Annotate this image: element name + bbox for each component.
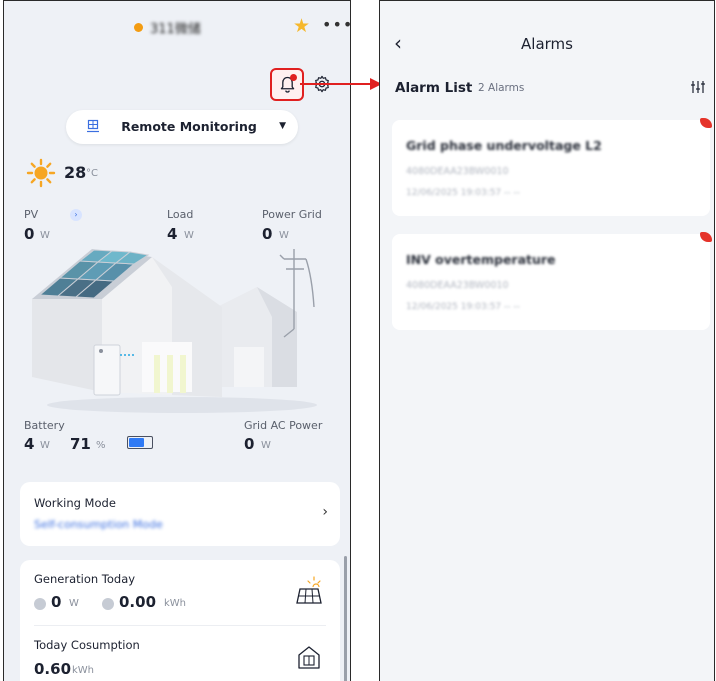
generation-energy-value: 0.00 (119, 593, 157, 611)
alarm-indicator-dot (290, 74, 297, 81)
generation-energy-unit: kWh (164, 598, 187, 609)
home-energy-icon (298, 646, 320, 669)
consumption-unit: kWh (72, 665, 95, 676)
energy-icon (102, 598, 114, 610)
chevron-right-icon: › (322, 504, 328, 520)
power-grid-label: Power Grid (262, 208, 322, 221)
divider (34, 625, 326, 626)
generation-power-unit: W (69, 598, 79, 609)
power-icon (34, 598, 46, 610)
alarms-header: ‹ Alarms (380, 1, 714, 71)
alarm-device-sn: 4080DEAA23BW0010 (406, 166, 509, 177)
grid-ac-power-unit: W (261, 440, 271, 451)
alarm-time: 12/06/2025 19:03:57 -- -- (406, 302, 520, 312)
battery-power-value: 4 (24, 435, 35, 453)
house-energy-illustration (32, 249, 317, 413)
alarm-title: INV overtemperature (406, 252, 556, 267)
alarms-screen: ‹ Alarms Alarm List 2 Alarms Grid phase … (379, 0, 715, 681)
monitoring-mode-dropdown[interactable]: Remote Monitoring ▼ (66, 110, 298, 144)
battery-level-fill (129, 438, 144, 447)
alarm-count: 2 Alarms (478, 82, 525, 94)
station-name[interactable]: 311微储 (150, 18, 201, 37)
daily-stats-card: Generation Today 0 W 0.00 kWh Today Cosu… (20, 560, 340, 681)
top-bar: 311微储 ★ ••• (4, 1, 350, 55)
load-label: Load (167, 208, 194, 221)
alarm-bell-button[interactable] (270, 68, 304, 101)
alarm-list-title: Alarm List (395, 80, 473, 96)
station-status-dot (134, 23, 143, 32)
alarm-severity-flag (700, 232, 712, 242)
solar-panel-icon (296, 576, 322, 604)
alarm-severity-flag (700, 118, 712, 128)
alarm-time: 12/06/2025 19:03:57 -- -- (406, 188, 520, 198)
alarm-title: Grid phase undervoltage L2 (406, 138, 602, 153)
grid-ac-power-value: 0 (244, 435, 255, 453)
scrollbar[interactable] (344, 556, 347, 681)
battery-power-unit: W (40, 440, 50, 451)
alarm-list-item[interactable]: INV overtemperature 4080DEAA23BW0010 12/… (392, 232, 712, 330)
generation-today-title: Generation Today (34, 572, 136, 586)
alarm-list-item[interactable]: Grid phase undervoltage L2 4080DEAA23BW0… (392, 118, 712, 216)
app-home-screen: 311微储 ★ ••• Remote Monitoring ▼ 28 °C PV… (3, 0, 351, 681)
callout-arrow (300, 78, 382, 90)
chevron-right-icon[interactable]: › (70, 209, 82, 221)
working-mode-title: Working Mode (34, 496, 116, 510)
star-icon[interactable]: ★ (293, 15, 310, 37)
dropdown-label: Remote Monitoring (121, 119, 257, 134)
caret-down-icon: ▼ (279, 121, 286, 131)
temperature-value: 28 (64, 163, 87, 182)
consumption-value: 0.60 (34, 660, 72, 678)
filter-icon[interactable] (690, 79, 706, 95)
battery-soc-unit: % (96, 440, 106, 451)
battery-icon (127, 436, 153, 449)
battery-soc-value: 71 (70, 435, 91, 453)
more-icon[interactable]: ••• (322, 15, 350, 34)
sun-icon (26, 158, 56, 188)
page-title: Alarms (521, 35, 573, 53)
working-mode-card[interactable]: Working Mode Self-consumption Mode › (20, 482, 340, 546)
today-consumption-title: Today Cosumption (34, 638, 140, 652)
grid-ac-power-label: Grid AC Power (244, 419, 323, 432)
alarm-device-sn: 4080DEAA23BW0010 (406, 280, 509, 291)
pv-label: PV (24, 208, 39, 221)
working-mode-value: Self-consumption Mode (34, 518, 163, 531)
battery-label: Battery (24, 419, 65, 432)
generation-power-value: 0 (51, 593, 62, 611)
temperature-unit: °C (86, 168, 98, 179)
